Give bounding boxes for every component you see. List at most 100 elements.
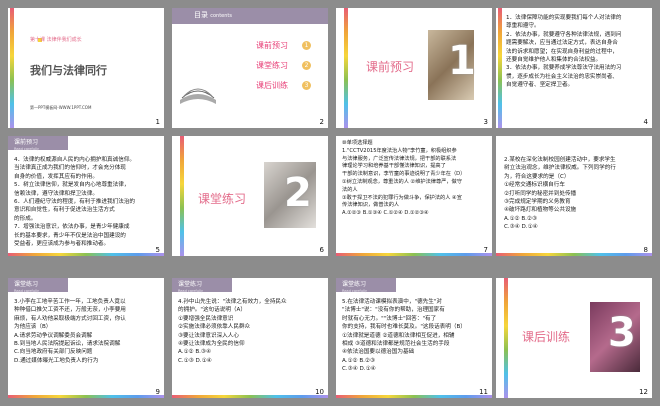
menu-item-3[interactable]: 课后训练 [256,80,288,91]
slide-thumbnail-7[interactable]: ⑩单项选择题 1."CCTV2015年度法治人物"李竹童，积极组织参 与法律服务… [336,136,492,256]
text-line: ①经常交通标识横自行车 [504,182,565,189]
deck-title: 我们与法律同行 [30,64,107,77]
text-line: 7．增强法治意识，依法办事，是青少年健康成 [14,224,130,231]
text-line: ④要让法律成为全民的信仰 [178,341,245,348]
text-line: 传法律知识，做普法的人 [342,202,400,209]
section-bar: 课堂练习 Read carefully [172,278,232,293]
text-line: 5.在法律活动课模拟表演中，"德先生"对 [342,299,442,305]
slide-number: 5 [155,246,160,254]
text-line: 受益者，更应该成为参与者和推动者。 [14,241,110,248]
slide-thumbnail-9[interactable]: 课堂练习 Read carefully 3.小李在工地辛苦工作一年，工地负责人竟以… [8,278,164,398]
slide-number: 6 [319,246,324,254]
menu-num-1: 1 [302,41,311,50]
slide-text-block: 4.孙中山先生说："法律之有效力，全持民众 的拥护。"这句话说明（A） ①要增强… [178,298,324,365]
slide-thumbnail-12[interactable]: 课后训练 3 12 [496,278,652,398]
rainbow-footer [8,395,164,398]
text-line: 法的人 [342,186,358,193]
text-line: 还要自觉维护他人和集体的合法权益。 [506,57,602,64]
slide-number: 2 [319,118,324,126]
rainbow-footer [8,253,164,256]
text-line: 干部的法制意识，李竹童的事迹说明了青少年在（D） [342,171,466,178]
text-line: "法博士"说："没有你的帮助，治理国家有 [342,307,445,314]
slide-thumbnail-3[interactable]: 课前预习 1 3 [336,8,492,128]
text-line: 种种借口推欠工资不还，万般无奈，小李要用 [14,307,126,314]
text-line: 4.孙中山先生说："法律之有效力，全持民众 [178,299,287,305]
rainbow-footer [336,395,492,398]
slide-thumbnail-grid: 第十课 法律伴我们成长 我们与法律同行 第一PPT模板网-WWW.1PPT.CO… [0,0,660,406]
text-line: 为他应该（B） [14,324,52,331]
slide-text-block: 4．法律的权威源自人民的内心拥护和真诚信仰。 当法律真正成为我们的信仰时，才会充… [14,156,160,248]
menu-item-1[interactable]: 课前预习 [256,40,288,51]
text-line: ②打听同学的秘密并到处传播 [504,190,577,197]
slide-number: 1 [155,118,160,126]
slide-text-block: ⑩单项选择题 1."CCTV2015年度法治人物"李竹童，积极组织参 与法律服务… [342,140,488,218]
text-line: C.向当地政府有关部门反映问题 [14,349,93,356]
text-line: ⑩单项选择题 [342,140,373,146]
lesson-label: 第十课 法律伴我们成长 [30,37,82,43]
text-line: 2.某校在深化法制校园创建活动中，要求学生 [504,157,616,163]
slide-text-block: 5.在法律活动课模拟表演中，"德先生"对 "法博士"说："没有你的帮助，治理国家… [342,298,488,374]
slide-number: 10 [315,388,324,396]
text-line: 为，符合这要求的是（C） [504,173,570,180]
text-line: B.到当地人民法院提起诉讼，请求法院调解 [14,341,121,348]
slide-thumbnail-8[interactable]: 2.某校在深化法制校园创建活动中，要求学生 树立法治观念，维护法律权威。下列同学… [496,136,652,256]
menu-num-2: 2 [302,61,311,70]
section-number: 2 [284,170,312,216]
rainbow-strip [10,8,14,128]
slide-thumbnail-10[interactable]: 课堂练习 Read carefully 4.孙中山先生说："法律之有效力，全持民众… [172,278,328,398]
text-line: 1."CCTV2015年度法治人物"李竹童，积极组织参 [342,147,457,154]
slide-thumbnail-4[interactable]: 1．法律保障功能的实现要我们每个人对法律的 尊重和遵守。 2．依法办事，就要遵守… [496,8,652,128]
slide-number: 9 [155,388,160,396]
slide-thumbnail-6[interactable]: 课堂练习 2 6 [172,136,328,256]
text-line: ①法律就是道德 ②道德和法律相互促进，相辅 [342,332,455,339]
footer-text: 第一PPT模板网-WWW.1PPT.COM [30,105,92,110]
section-bar: 课堂练习 Read carefully [8,278,68,293]
text-line: 自身的价值，发挥其应有的作用。 [14,173,98,180]
text-line: D.通过媒体曝光工地负责人的行为 [14,357,99,364]
menu-num-3: 3 [302,81,311,90]
text-line: 尊重和遵守。 [506,23,540,30]
text-line: 的拥护。"这句话说明（A） [178,307,246,314]
contents-title: 目录 contents [194,11,232,19]
slide-thumbnail-11[interactable]: 课堂练习 Read carefully 5.在法律活动课模拟表演中，"德先生"对 … [336,278,492,398]
text-line: 相成 ③道德和法律都是规范社会生活的手段 [342,341,450,348]
text-line: 法的诉求和愿望；在实现自身利益的过程中， [506,48,618,55]
slide-number: 8 [643,246,648,254]
text-line: ④依法治国要以德治国为基础 [342,349,415,356]
text-line: 意识和自觉性，有利于促进法治生活方式 [14,207,115,214]
text-line: 你的支持，我有时也难长莫及。"这段话表明（B） [342,324,466,331]
text-line: A.①② B.②③ [342,357,375,364]
rainbow-footer [496,253,652,256]
slide-thumbnail-2[interactable]: 目录 contents 课前预习 1 课堂练习 2 课后训练 3 2 [172,8,328,128]
rainbow-strip [180,136,184,256]
text-line: 树立法治观念，维护法律权威。下列同学的行 [504,165,616,172]
text-line: 4．法律的权威源自人民的内心拥护和真诚信仰。 [14,157,136,163]
section-bar: 课堂练习 Read carefully [336,278,396,293]
book-icon [180,88,216,104]
text-line: ①要增强全民法律意识 [178,315,234,322]
text-line: ③要让法律意识深入人心 [178,332,239,339]
rainbow-footer [336,253,492,256]
text-line: C.③④ D.①④ [504,224,538,231]
text-line: A.①② B.②③ [504,215,537,222]
slide-thumbnail-5[interactable]: 课前预习 Read carefully 4．法律的权威源自人民的内心拥护和真诚信仰… [8,136,164,256]
text-line: 信赖法律，遵守法律和捍卫法律。 [14,190,98,197]
slide-text-block: 3.小李在工地辛苦工作一年，工地负责人竟以 种种借口推欠工资不还，万般无奈，小李… [14,298,160,365]
rainbow-strip [504,278,508,398]
slide-thumbnail-1[interactable]: 第十课 法律伴我们成长 我们与法律同行 第一PPT模板网-WWW.1PPT.CO… [8,8,164,128]
text-line: A.请求劳动争议调解委员会调解 [14,332,93,339]
text-line: ③完成规定学期的义务教育 [504,199,571,206]
text-line: 长的基本要求，青少年不仅是法治中国建设的 [14,232,126,239]
text-line: A.①②③ B.①③④ C.①②④ D.①②③④ [342,210,429,217]
text-line: C.①③ D.①④ [178,357,212,364]
text-line: 2．依法办事，就要遵守各种法律法规，遇到问 [506,31,622,38]
text-line: 3.小李在工地辛苦工作一年，工地负责人竟以 [14,299,126,305]
text-line: C.③④ D.①④ [342,366,376,373]
text-line: 惯，逐步成长为社会主义法治的忠实崇尚者、 [506,73,618,80]
slide-text-block: 2.某校在深化法制校园创建活动中，要求学生 树立法治观念，维护法律权威。下列同学… [504,156,648,232]
section-bar: 课前预习 Read carefully [8,136,68,151]
section-title: 课前预习 [366,60,415,74]
slide-number: 4 [643,118,648,126]
text-line: 6．人们遵纪守法的程度，有利于推进我们法治的 [14,199,136,206]
menu-item-2[interactable]: 课堂练习 [256,60,288,71]
